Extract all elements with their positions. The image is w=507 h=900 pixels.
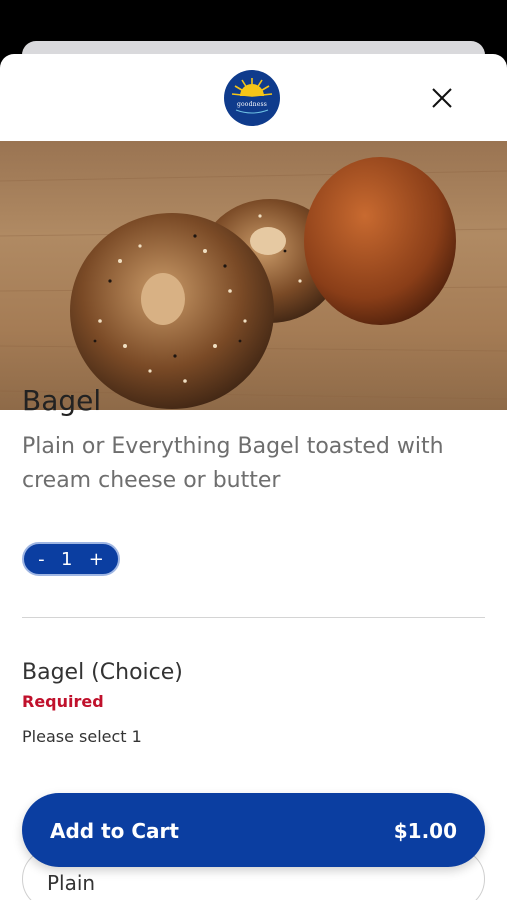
add-to-cart-label: Add to Cart [50,819,179,843]
add-to-cart-button[interactable]: Add to Cart $1.00 [22,793,485,867]
quantity-stepper: - 1 + [22,542,120,576]
increment-button[interactable]: + [89,549,104,570]
quantity-value: 1 [60,548,73,570]
product-image [0,141,507,410]
option-group-title: Bagel (Choice) [22,660,183,685]
close-icon [432,88,452,108]
close-button[interactable] [426,82,458,114]
option-label: Plain [47,871,96,895]
modal-header: goodness [0,54,507,141]
product-title: Bagel [22,384,102,417]
brand-logo: goodness [224,70,280,126]
select-hint: Please select 1 [22,727,142,746]
cart-price: $1.00 [393,819,457,843]
item-modal: goodness Bagel Plain or Everything Bagel… [0,54,507,900]
decrement-button[interactable]: - [38,549,45,570]
product-description: Plain or Everything Bagel toasted with c… [22,434,444,493]
logo-text: goodness [236,100,268,108]
required-badge: Required [22,692,104,711]
section-divider [22,617,485,618]
